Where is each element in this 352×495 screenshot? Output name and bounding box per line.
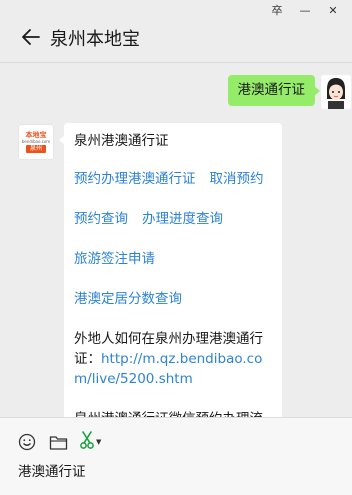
emoji-icon[interactable] xyxy=(17,432,37,452)
link-progress-query[interactable]: 办理进度查询 xyxy=(142,211,223,227)
folder-icon[interactable] xyxy=(48,432,68,452)
chevron-down-icon[interactable]: ▼ xyxy=(96,438,101,446)
bendibao-logo-avatar[interactable]: 本地宝 bendibao.com 泉州 xyxy=(18,124,54,160)
user-avatar[interactable] xyxy=(321,75,351,109)
user-message-bubble[interactable]: 港澳通行证 xyxy=(227,75,320,106)
pin-button[interactable]: 卒 xyxy=(270,4,284,18)
bot-message-title: 泉州港澳通行证 xyxy=(74,133,169,149)
bot-link-row-3: 旅游签注申请 xyxy=(74,249,272,269)
logo-brand-text: 本地宝 xyxy=(25,131,47,139)
screenshot-tool[interactable]: ▼ xyxy=(79,431,103,453)
chat-title: 泉州本地宝 xyxy=(50,29,140,50)
bot-link-row-2: 预约查询 办理进度查询 xyxy=(74,209,272,229)
scissors-icon xyxy=(79,431,95,453)
minimize-button[interactable]: — xyxy=(298,4,312,18)
logo-city-text: 泉州 xyxy=(25,145,46,153)
back-arrow-icon[interactable] xyxy=(20,26,42,48)
link-appointment-query[interactable]: 预约查询 xyxy=(74,211,128,227)
bot-message-bubble: 泉州港澳通行证 预约办理港澳通行证 取消预约 预约查询 办理进度查询 旅游签注申请 … xyxy=(59,123,282,417)
link-appointment[interactable]: 预约办理港澳通行证 xyxy=(74,171,196,187)
user-message-row: 港澳通行证 xyxy=(0,75,352,119)
link-tourist-endorsement[interactable]: 旅游签注申请 xyxy=(74,251,155,267)
message-input[interactable]: 港澳通行证 xyxy=(18,460,86,480)
paragraph-url-link[interactable]: http://m.qz.bendibao.com/live/5200.shtm xyxy=(74,351,262,387)
chat-area[interactable]: 港澳通行证 本地宝 bendibao.com 泉州 泉州港澳通行证 预约办理港澳… xyxy=(0,63,352,417)
link-cancel-appointment[interactable]: 取消预约 xyxy=(210,171,264,187)
bot-link-row-4: 港澳定居分数查询 xyxy=(74,289,272,309)
logo-url-text: bendibao.com xyxy=(21,139,51,144)
bot-link-row-1: 预约办理港澳通行证 取消预约 xyxy=(74,169,272,189)
bot-trailing-text: 泉州港澳通行证微信预约办理流 xyxy=(74,409,272,417)
input-area: ▼ 港澳通行证 xyxy=(0,417,352,495)
input-toolbar: ▼ xyxy=(17,431,103,453)
link-settlement-score[interactable]: 港澳定居分数查询 xyxy=(74,291,182,307)
window-controls: 卒 — ✕ xyxy=(252,2,352,20)
bot-paragraph: 外地人如何在泉州办理港澳通行证：http://m.qz.bendibao.com… xyxy=(74,329,272,389)
title-bar: 泉州本地宝 xyxy=(0,20,352,56)
close-button[interactable]: ✕ xyxy=(326,4,340,18)
